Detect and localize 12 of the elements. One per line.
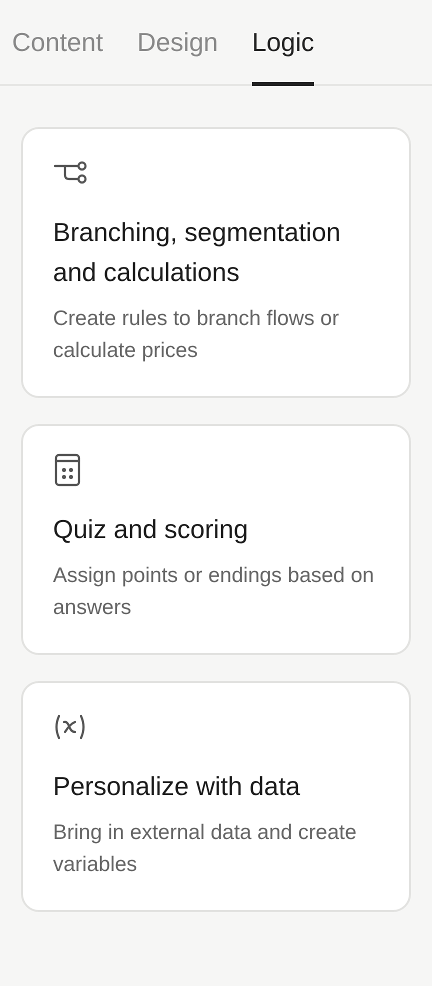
variable-icon [53,713,87,741]
tab[interactable]: Logic [252,0,314,86]
option-card[interactable]: Branching, segmentation and calculations Create rules to branch flows or calculate prices [21,127,411,398]
card-description: Bring in external data and create variables [53,820,358,878]
card-description: Assign points or endings based on answers [53,563,376,621]
card-title: Quiz and scoring [53,513,250,546]
option-card[interactable]: Quiz and scoring Assign points or endings based on answers [21,424,411,655]
card-description: Create rules to branch flows or calculate prices [53,306,340,364]
card-title: Personalize with data [53,770,302,803]
calculator-icon [53,453,83,487]
option-card[interactable]: Personalize with data Bring in external data and create variables [21,681,411,912]
card-title: Branching, segmentation and calculations [53,216,342,289]
